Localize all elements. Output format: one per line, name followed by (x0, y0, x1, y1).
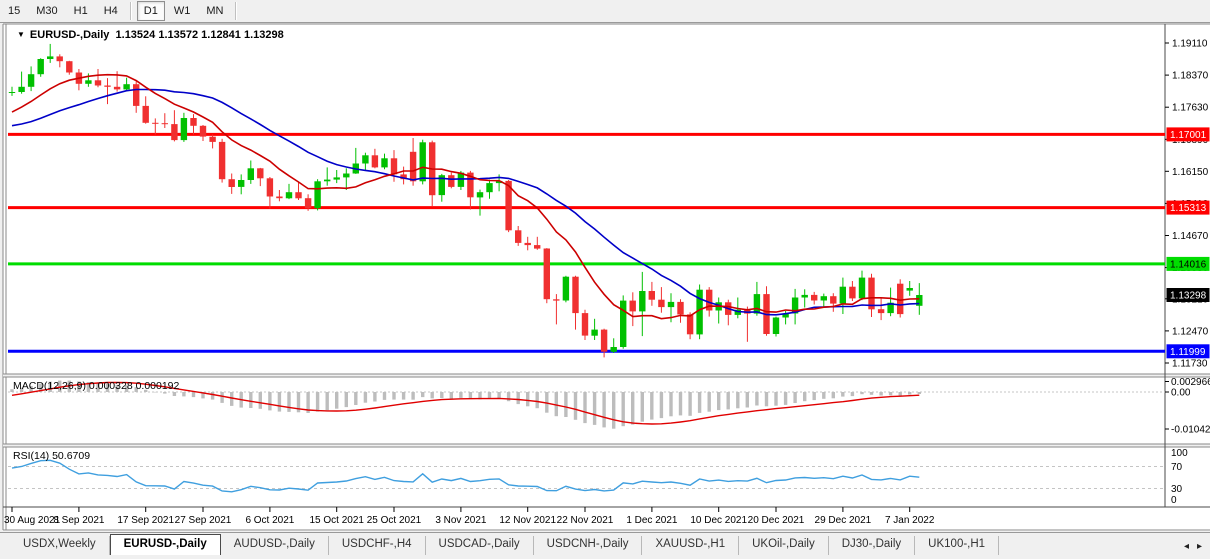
toolbar-separator (130, 2, 132, 20)
chart-tab-audusd-daily[interactable]: AUDUSD-,Daily (221, 536, 329, 555)
timeframe-button-15[interactable]: 15 (1, 1, 27, 21)
mt4-chart-window: 15M30H1H4D1W1MN ▼EURUSD-,Daily 1.13524 1… (0, 0, 1210, 559)
chart-tab-dj30-daily[interactable]: DJ30-,Daily (829, 536, 915, 555)
tab-scroll-arrows: ◂▸ (1184, 533, 1210, 559)
tab-scroll-right-icon[interactable]: ▸ (1197, 541, 1202, 552)
timeframe-button-d1[interactable]: D1 (137, 1, 165, 21)
chart-tab-usdcnh-daily[interactable]: USDCNH-,Daily (534, 536, 643, 555)
chart-tab-uk100-h1[interactable]: UK100-,H1 (915, 536, 999, 555)
chart-tab-bar: USDX,WeeklyEURUSD-,DailyAUDUSD-,DailyUSD… (0, 532, 1210, 559)
timeframe-button-h1[interactable]: H1 (67, 1, 95, 21)
chart-tab-usdchf-h4[interactable]: USDCHF-,H4 (329, 536, 426, 555)
timeframe-toolbar: 15M30H1H4 D1W1MN (0, 0, 1210, 23)
timeframe-button-h4[interactable]: H4 (97, 1, 125, 21)
timeframe-button-m30[interactable]: M30 (29, 1, 64, 21)
chart-tab-ukoil-daily[interactable]: UKOil-,Daily (739, 536, 829, 555)
tab-scroll-left-icon[interactable]: ◂ (1184, 541, 1189, 552)
chart-tab-eurusd-daily[interactable]: EURUSD-,Daily (110, 534, 221, 555)
chart-tab-xauusd-h1[interactable]: XAUUSD-,H1 (642, 536, 739, 555)
timeframe-button-w1[interactable]: W1 (167, 1, 198, 21)
chart-tab-usdx-weekly[interactable]: USDX,Weekly (10, 536, 110, 555)
chart-canvas[interactable] (3, 24, 1210, 531)
timeframe-button-mn[interactable]: MN (199, 1, 230, 21)
toolbar-separator (235, 2, 237, 20)
chart-tab-usdcad-daily[interactable]: USDCAD-,Daily (426, 536, 534, 555)
